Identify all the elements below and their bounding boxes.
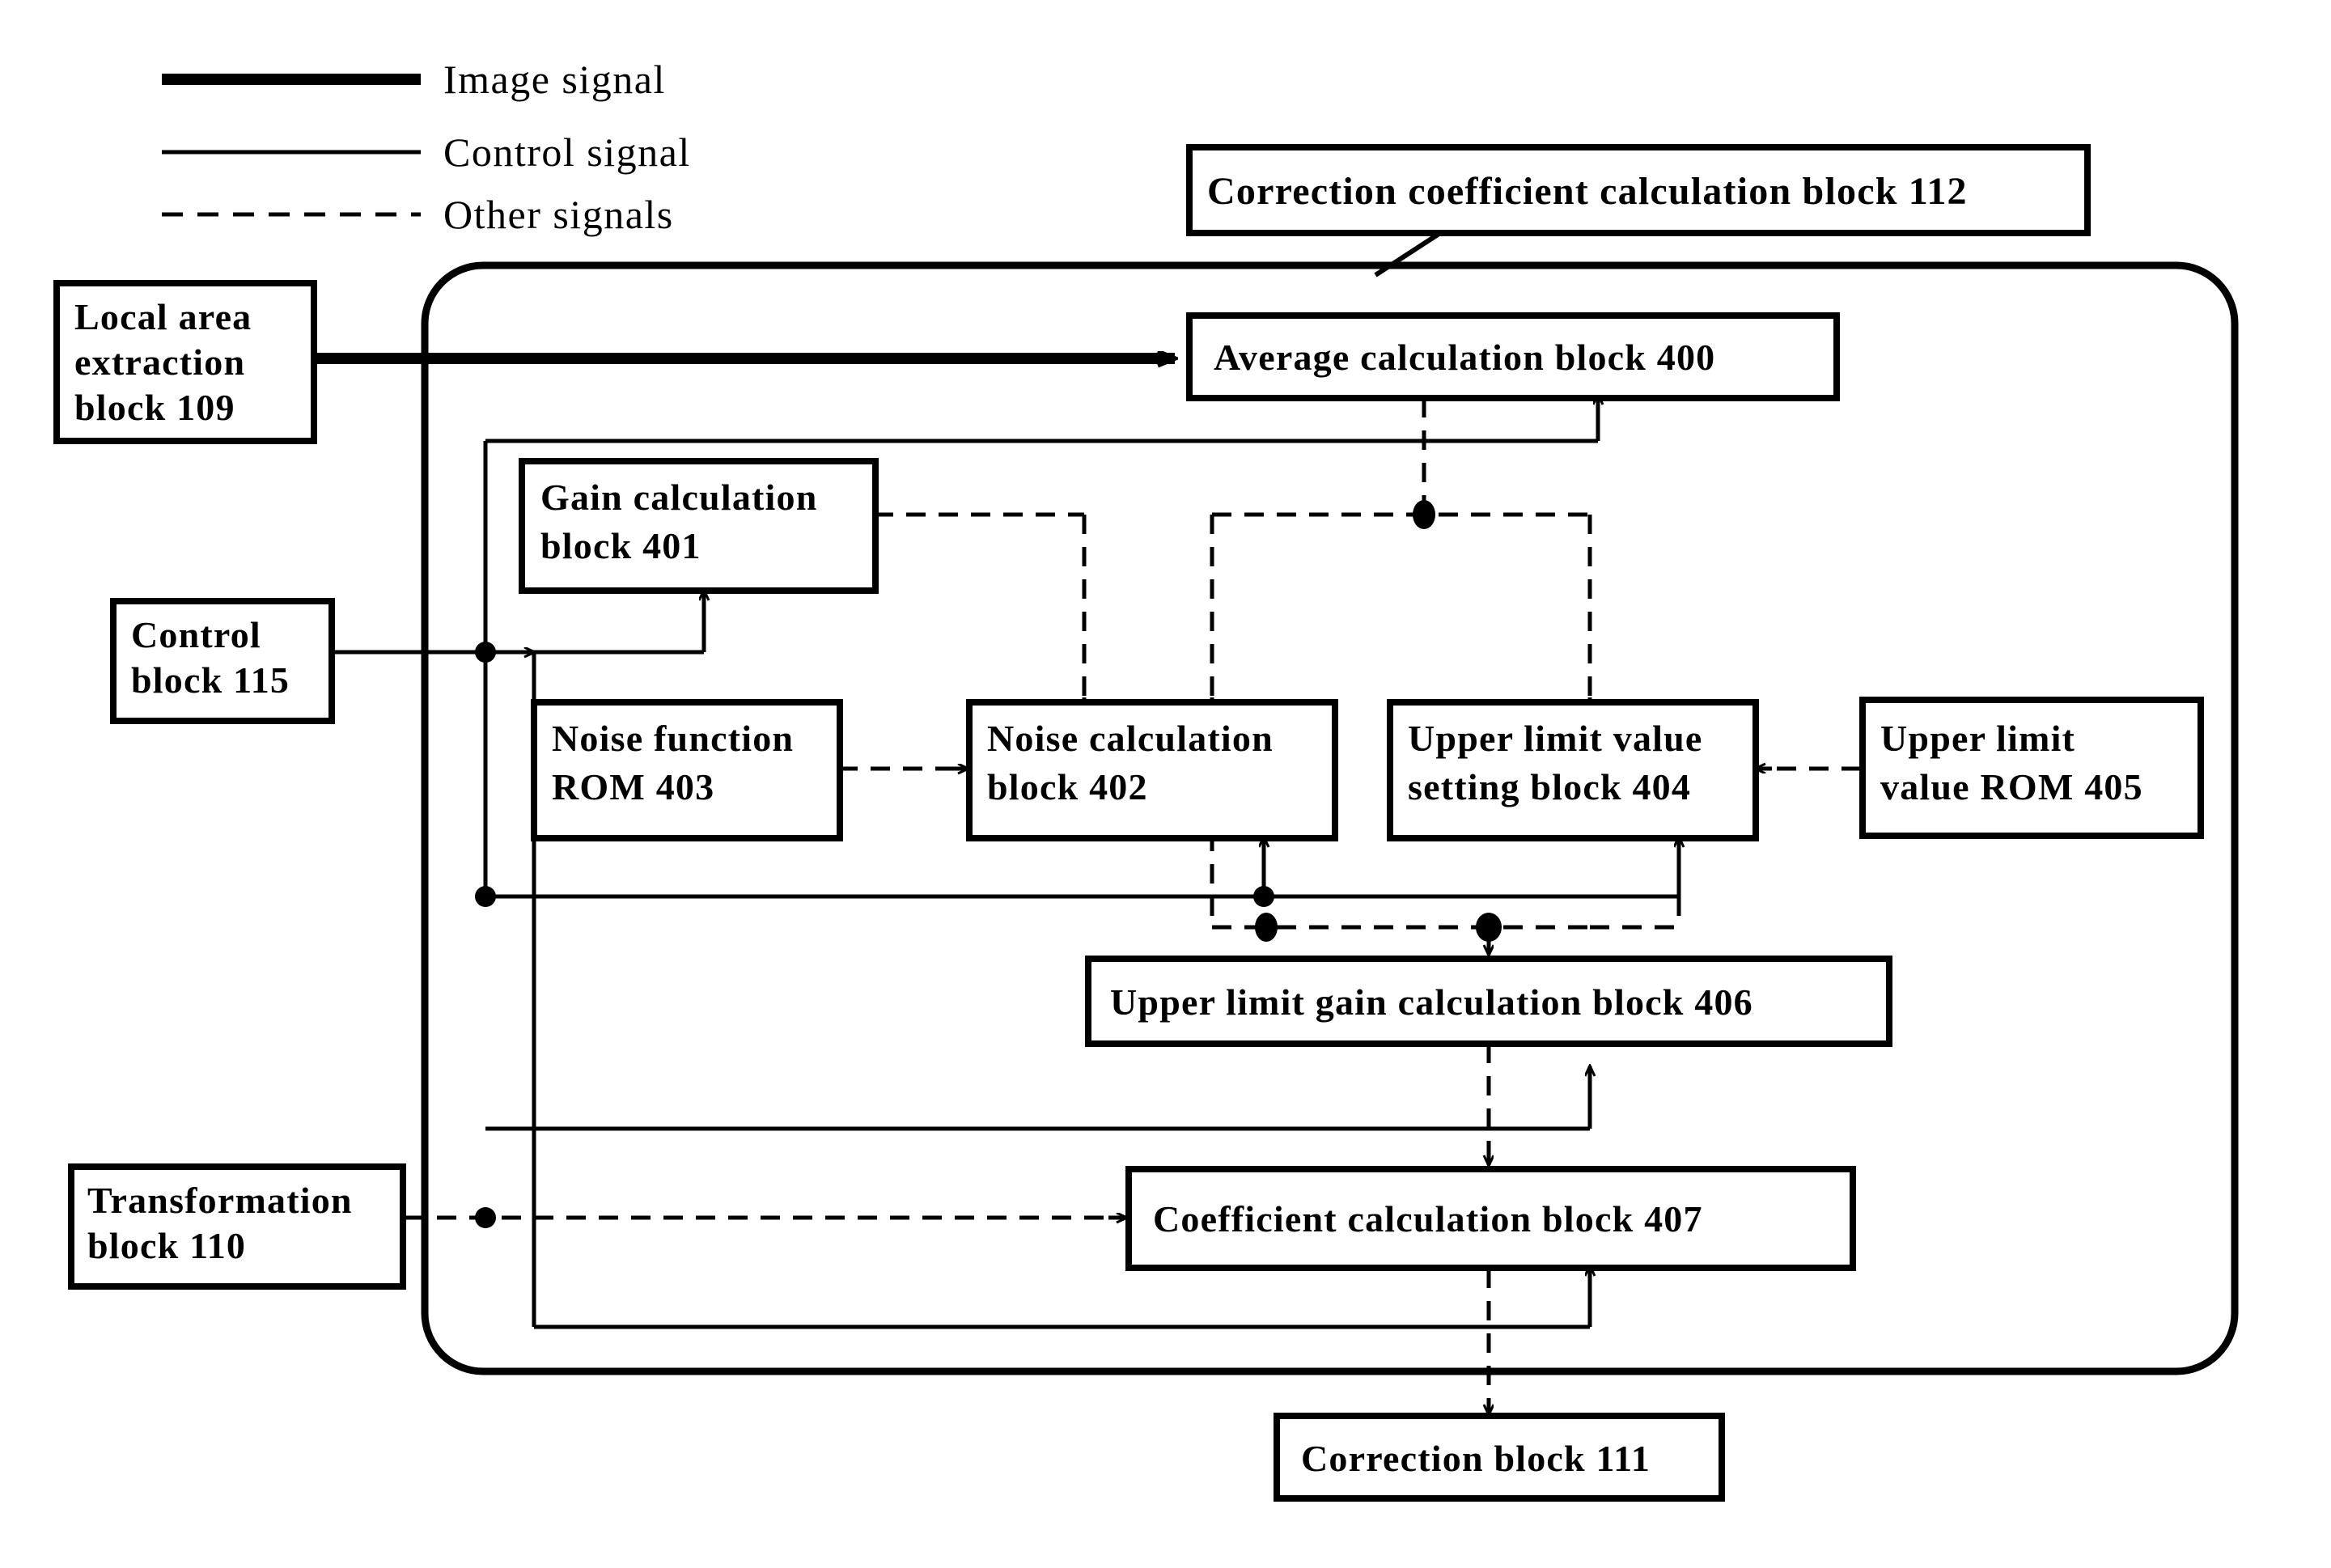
block-400-label: Average calculation block 400 [1214, 337, 1715, 378]
block-402-label-line-1: Noise calculation [987, 718, 1274, 759]
block-upper-limit-value-setting-404[interactable]: Upper limit value setting block 404 [1387, 699, 1759, 841]
legend-label-other-signals: Other signals [443, 192, 674, 237]
junction-dot-transformation [475, 1207, 496, 1228]
block-gain-calculation-401[interactable]: Gain calculation block 401 [519, 458, 879, 594]
diagram-svg: Image signal Control signal Other signal… [0, 0, 2331, 1568]
block-404-label-line-1: Upper limit value [1408, 718, 1703, 759]
block-noise-function-rom-403[interactable]: Noise function ROM 403 [531, 699, 843, 841]
junction-dot-upper-gain-in [1476, 913, 1502, 942]
block-402-label-line-2: block 402 [987, 766, 1148, 807]
block-control-115[interactable]: Control block 115 [110, 598, 335, 724]
block-403-label-line-1: Noise function [552, 718, 794, 759]
block-401-label-line-2: block 401 [540, 525, 701, 566]
title-box-label: Correction coefficient calculation block… [1207, 170, 1968, 213]
block-upper-limit-gain-calculation-406[interactable]: Upper limit gain calculation block 406 [1085, 956, 1892, 1047]
legend-label-image-signal: Image signal [443, 57, 666, 102]
block-405-label-line-2: value ROM 405 [1880, 766, 2143, 807]
junction-dot-noise-ctrl [1253, 886, 1274, 907]
block-403-label-line-2: ROM 403 [552, 766, 714, 807]
block-404-label-line-2: setting block 404 [1408, 766, 1691, 807]
block-noise-calculation-402[interactable]: Noise calculation block 402 [966, 699, 1338, 841]
block-407-label: Coefficient calculation block 407 [1153, 1198, 1703, 1240]
block-correction-111[interactable]: Correction block 111 [1274, 1413, 1725, 1502]
block-406-label: Upper limit gain calculation block 406 [1110, 981, 1753, 1023]
block-111-label: Correction block 111 [1301, 1438, 1651, 1479]
block-average-calculation-400[interactable]: Average calculation block 400 [1186, 312, 1840, 401]
wire-dot-noise-bus [1253, 886, 1274, 907]
block-coefficient-calculation-407[interactable]: Coefficient calculation block 407 [1125, 1166, 1856, 1271]
block-115-label-line-1: Control [131, 614, 261, 655]
junction-dot-control-b [475, 886, 496, 907]
block-115-label-line-2: block 115 [131, 659, 290, 701]
junction-dot-average-split [1413, 500, 1435, 529]
legend-label-control-signal: Control signal [443, 129, 691, 175]
block-transformation-110[interactable]: Transformation block 110 [68, 1163, 406, 1290]
block-110-label-line-1: Transformation [87, 1180, 353, 1221]
figure-canvas: Image signal Control signal Other signal… [0, 0, 2331, 1568]
block-401-label-line-1: Gain calculation [540, 477, 818, 518]
block-upper-limit-value-rom-405[interactable]: Upper limit value ROM 405 [1859, 697, 2204, 839]
junction-dot-noise-out [1255, 913, 1278, 942]
block-109-label-line-3: block 109 [74, 387, 235, 428]
junction-dot-control-a [475, 642, 496, 663]
block-109-label-line-2: extraction [74, 341, 245, 383]
block-405-label-line-1: Upper limit [1880, 718, 2075, 759]
block-109-label-line-1: Local area [74, 296, 252, 337]
block-local-area-extraction-109[interactable]: Local area extraction block 109 [53, 280, 317, 444]
block-110-label-line-2: block 110 [87, 1225, 246, 1266]
